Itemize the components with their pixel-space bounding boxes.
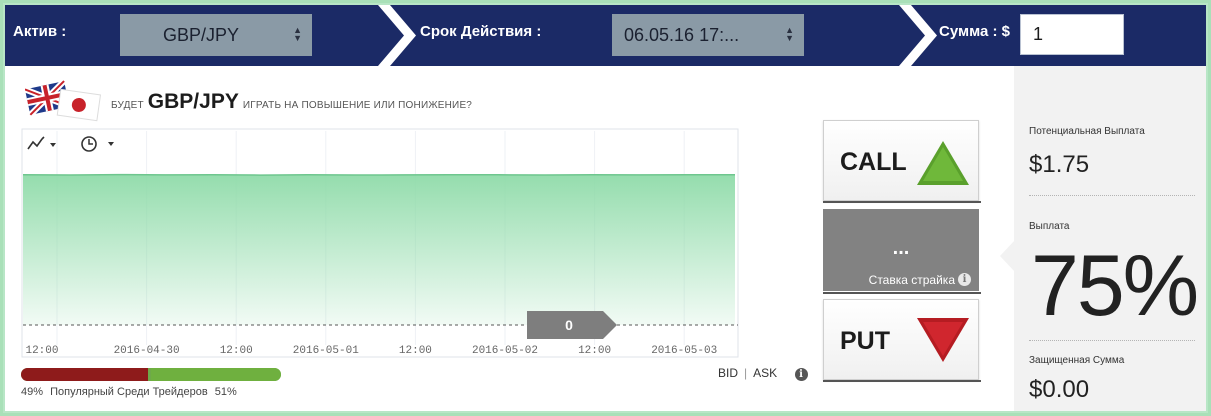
call-button[interactable]: CALL <box>823 120 979 201</box>
x-tick-label: 12:00 <box>220 345 253 357</box>
ask-link[interactable]: ASK <box>753 366 777 380</box>
current-value-label: 0 <box>565 317 573 333</box>
call-divider <box>823 201 981 203</box>
payout-label: Выплата <box>1029 221 1070 232</box>
x-tick-label: 2016-05-01 <box>293 345 359 357</box>
top-bar: Актив : GBP/JPY ▲ ▼ Срок Действия : 06.05… <box>5 5 1206 66</box>
chevron-separator-icon <box>899 5 939 66</box>
select-arrows-icon: ▲ ▼ <box>785 25 794 43</box>
asset-select[interactable]: GBP/JPY ▲ ▼ <box>120 14 312 56</box>
expiry-select-value: 06.05.16 17:... <box>624 25 740 45</box>
protected-amount-value: $0.00 <box>1029 376 1090 403</box>
asset-select-value: GBP/JPY <box>162 25 240 45</box>
amount-input[interactable] <box>1020 14 1124 55</box>
expiry-select[interactable]: 06.05.16 17:... ▲ ▼ <box>612 14 804 56</box>
popularity-bar-green <box>151 368 281 381</box>
bid-percent: 49% <box>21 386 44 398</box>
price-chart[interactable]: 150.000100.00050.0000.00012:002016-04-30… <box>20 127 740 362</box>
x-tick-label: 2016-05-03 <box>651 345 717 357</box>
headline-asset: GBP/JPY <box>147 90 239 113</box>
amount-label: Сумма : $ <box>939 23 1010 40</box>
price-line <box>22 173 736 176</box>
strike-value: ... <box>892 237 910 259</box>
popularity-bar <box>21 368 281 381</box>
headline-suffix: ИГРАТЬ НА ПОВЫШЕНИЕ ИЛИ ПОНИЖЕНИЕ? <box>242 100 473 111</box>
put-divider <box>823 380 981 382</box>
asset-label: Актив : <box>13 23 67 40</box>
headline: БУДЕТ GBP/JPY ИГРАТЬ НА ПОВЫШЕНИЕ ИЛИ ПОНИ… <box>111 90 472 114</box>
x-tick-label: 2016-05-02 <box>472 345 538 357</box>
gbp-jpy-flag-icon <box>23 78 105 123</box>
chevron-separator-icon <box>378 5 418 66</box>
potential-payout-label: Потенциальная Выплата <box>1029 126 1145 137</box>
call-label: CALL <box>840 148 907 176</box>
panel-divider <box>1029 195 1195 196</box>
ask-percent: 51% <box>214 386 237 398</box>
strike-info-icon[interactable]: i <box>958 273 971 286</box>
popularity-bar-red <box>21 368 149 381</box>
popularity-label: Популярный Среди Трейдеров <box>50 386 208 398</box>
potential-payout-value: $1.75 <box>1029 151 1090 178</box>
strike-label: Ставка страйка <box>868 273 955 287</box>
x-tick-label: 12:00 <box>578 345 611 357</box>
expiry-label: Срок Действия : <box>420 23 542 40</box>
put-button[interactable]: PUT <box>823 299 979 380</box>
x-tick-label: 12:00 <box>25 345 58 357</box>
protected-amount-label: Защищенная Сумма <box>1029 355 1125 366</box>
panel-divider <box>1029 340 1195 341</box>
payout-percent: 75% <box>1031 238 1199 334</box>
info-icon[interactable]: i <box>794 368 808 381</box>
bid-link[interactable]: BID <box>718 366 738 380</box>
x-tick-label: 2016-04-30 <box>114 345 180 357</box>
headline-prefix: БУДЕТ <box>111 100 144 111</box>
x-tick-label: 12:00 <box>399 345 432 357</box>
select-arrows-icon: ▲ ▼ <box>293 25 302 43</box>
trading-widget: Актив : GBP/JPY ▲ ▼ Срок Действия : 06.05… <box>3 3 1208 413</box>
bid-ask-toggle: BID | ASK i <box>718 366 808 381</box>
strike-divider <box>823 292 981 294</box>
bid-ask-separator: | <box>744 366 748 380</box>
put-label: PUT <box>840 327 890 355</box>
down-arrow-icon <box>917 318 969 362</box>
up-arrow-icon <box>917 141 969 185</box>
popularity-text: 49% Популярный Среди Трейдеров 51% <box>21 386 241 398</box>
panel-pointer-icon <box>1000 240 1015 272</box>
strike-box: ... Ставка страйка i <box>823 209 979 291</box>
price-area <box>23 174 735 325</box>
